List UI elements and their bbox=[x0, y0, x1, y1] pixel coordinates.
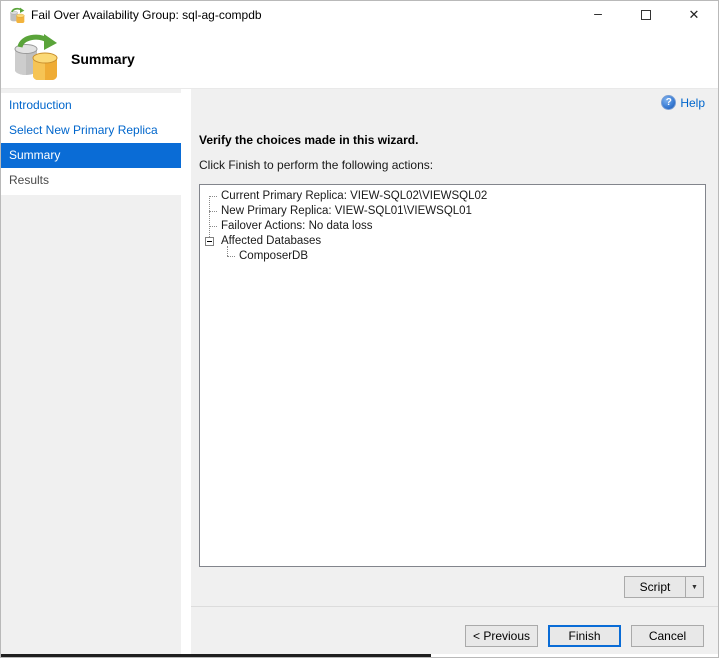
minimize-button[interactable]: – bbox=[574, 1, 622, 29]
help-link[interactable]: ? Help bbox=[661, 95, 705, 110]
tree-stub-4 bbox=[227, 256, 235, 257]
bottom-edge-light bbox=[431, 654, 718, 657]
minimize-icon: – bbox=[594, 5, 602, 21]
help-icon: ? bbox=[661, 95, 677, 110]
tree-item-affected-databases[interactable]: Affected Databases bbox=[200, 234, 705, 249]
tree-child-connector-line bbox=[227, 246, 228, 256]
tree-stub-3 bbox=[209, 226, 217, 227]
wizard-steps-list: Introduction Select New Primary Replica … bbox=[1, 93, 181, 195]
window-controls: – ✕ bbox=[574, 1, 718, 29]
tree-item-composerdb[interactable]: ComposerDB bbox=[200, 249, 705, 264]
summary-tree-box[interactable]: Current Primary Replica: VIEW-SQL02\VIEW… bbox=[199, 184, 706, 567]
main-panel: ? Help Verify the choices made in this w… bbox=[191, 89, 718, 657]
tree-item-failover-actions[interactable]: Failover Actions: No data loss bbox=[200, 219, 705, 234]
sidebar-divider bbox=[181, 89, 191, 657]
tree-collapse-toggle[interactable] bbox=[205, 237, 214, 246]
wizard-header: Summary bbox=[1, 29, 718, 89]
page-title: Summary bbox=[71, 50, 135, 67]
availability-group-icon-small bbox=[9, 7, 25, 24]
sidebar-item-summary[interactable]: Summary bbox=[1, 143, 181, 168]
verify-heading: Verify the choices made in this wizard. bbox=[199, 133, 419, 147]
failover-wizard-window: Fail Over Availability Group: sql-ag-com… bbox=[0, 0, 719, 658]
help-label: Help bbox=[680, 95, 705, 110]
bottom-edge-dark bbox=[1, 654, 431, 657]
tree-item-current-primary-replica[interactable]: Current Primary Replica: VIEW-SQL02\VIEW… bbox=[200, 189, 705, 204]
window-title: Fail Over Availability Group: sql-ag-com… bbox=[31, 8, 262, 22]
wizard-button-row: < Previous Finish Cancel bbox=[465, 625, 704, 647]
tree-item-new-primary-replica[interactable]: New Primary Replica: VIEW-SQL01\VIEWSQL0… bbox=[200, 204, 705, 219]
close-button[interactable]: ✕ bbox=[670, 1, 718, 29]
sidebar-item-introduction[interactable]: Introduction bbox=[1, 93, 181, 118]
availability-group-icon bbox=[11, 32, 59, 85]
finish-button[interactable]: Finish bbox=[548, 625, 621, 647]
tree-stub-2 bbox=[209, 211, 217, 212]
wizard-steps-sidebar: Introduction Select New Primary Replica … bbox=[1, 89, 181, 657]
maximize-icon bbox=[641, 10, 651, 20]
finish-instruction: Click Finish to perform the following ac… bbox=[199, 158, 434, 172]
previous-button[interactable]: < Previous bbox=[465, 625, 538, 647]
summary-tree: Current Primary Replica: VIEW-SQL02\VIEW… bbox=[200, 185, 705, 264]
minus-icon bbox=[207, 241, 212, 242]
content-area: Introduction Select New Primary Replica … bbox=[1, 89, 718, 657]
title-bar: Fail Over Availability Group: sql-ag-com… bbox=[1, 1, 718, 29]
close-icon: ✕ bbox=[688, 7, 700, 22]
script-button[interactable]: Script bbox=[624, 576, 686, 598]
script-dropdown-button[interactable]: ▼ bbox=[686, 576, 704, 598]
tree-stub-1 bbox=[209, 196, 217, 197]
cancel-button[interactable]: Cancel bbox=[631, 625, 704, 647]
sidebar-item-results[interactable]: Results bbox=[1, 168, 181, 193]
tree-root-connector-line bbox=[209, 196, 210, 237]
script-split-button: Script ▼ bbox=[624, 576, 704, 598]
button-row-separator bbox=[191, 606, 718, 607]
maximize-button[interactable] bbox=[622, 1, 670, 29]
chevron-down-icon: ▼ bbox=[691, 583, 698, 591]
sidebar-item-select-new-primary-replica[interactable]: Select New Primary Replica bbox=[1, 118, 181, 143]
